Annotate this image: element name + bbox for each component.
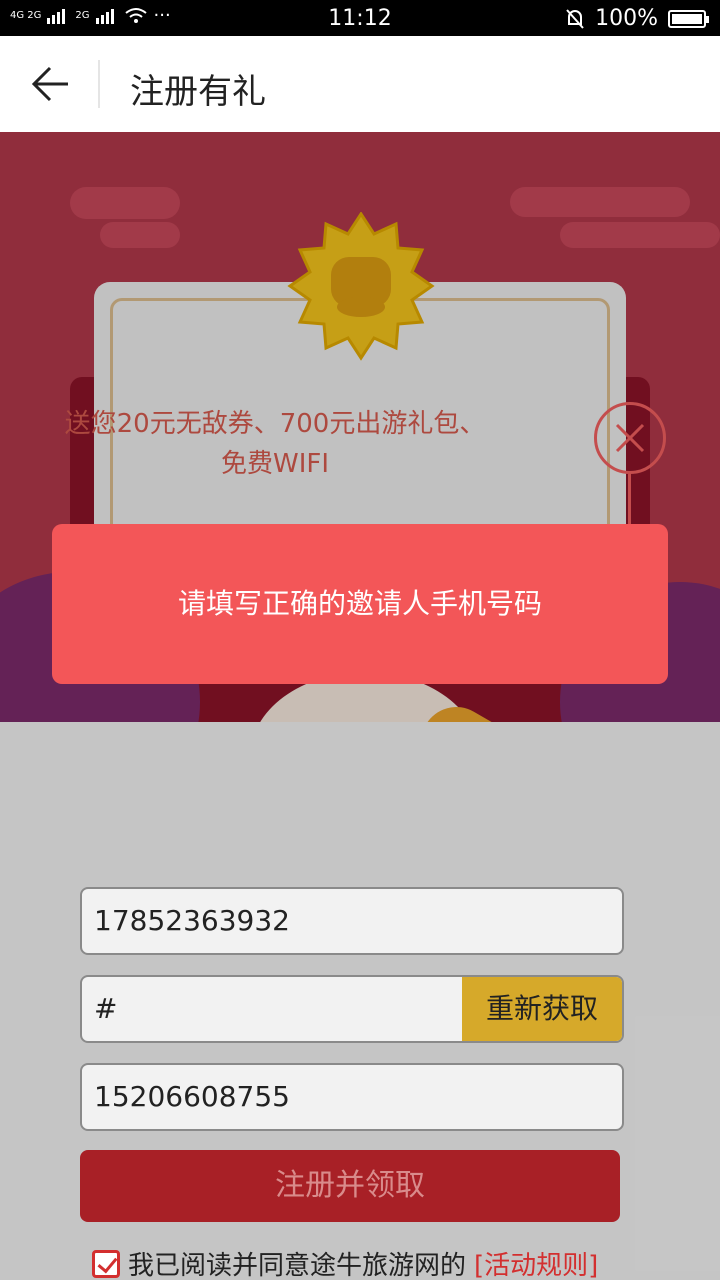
battery-percent: 100% bbox=[595, 6, 658, 31]
rules-link[interactable]: [活动规则] bbox=[474, 1245, 598, 1282]
error-toast: 请填写正确的邀请人手机号码 bbox=[52, 524, 668, 684]
verification-code-value: # bbox=[94, 992, 118, 1025]
register-button[interactable]: 注册并领取 bbox=[80, 1150, 620, 1222]
app-header: 注册有礼 bbox=[0, 36, 720, 132]
header-divider bbox=[98, 60, 100, 108]
phone-input[interactable]: 17852363932 bbox=[80, 887, 624, 955]
battery-icon bbox=[668, 9, 709, 28]
resend-code-button[interactable]: 重新获取 bbox=[462, 977, 622, 1041]
status-bar: 4G 2G 2G ··· 11:12 100% bbox=[0, 0, 720, 36]
agreement-row: 我已阅读并同意途牛旅游网的 [活动规则] bbox=[92, 1245, 598, 1282]
agree-text: 我已阅读并同意途牛旅游网的 bbox=[128, 1251, 467, 1281]
inviter-phone-input[interactable]: 15206608755 bbox=[80, 1063, 624, 1131]
back-arrow-icon[interactable] bbox=[28, 64, 72, 104]
agree-checkbox[interactable] bbox=[92, 1249, 120, 1278]
page-title: 注册有礼 bbox=[130, 72, 266, 112]
bell-off-icon bbox=[566, 8, 584, 29]
status-right: 100% bbox=[565, 6, 709, 31]
verification-code-input[interactable]: # 重新获取 bbox=[80, 975, 624, 1043]
